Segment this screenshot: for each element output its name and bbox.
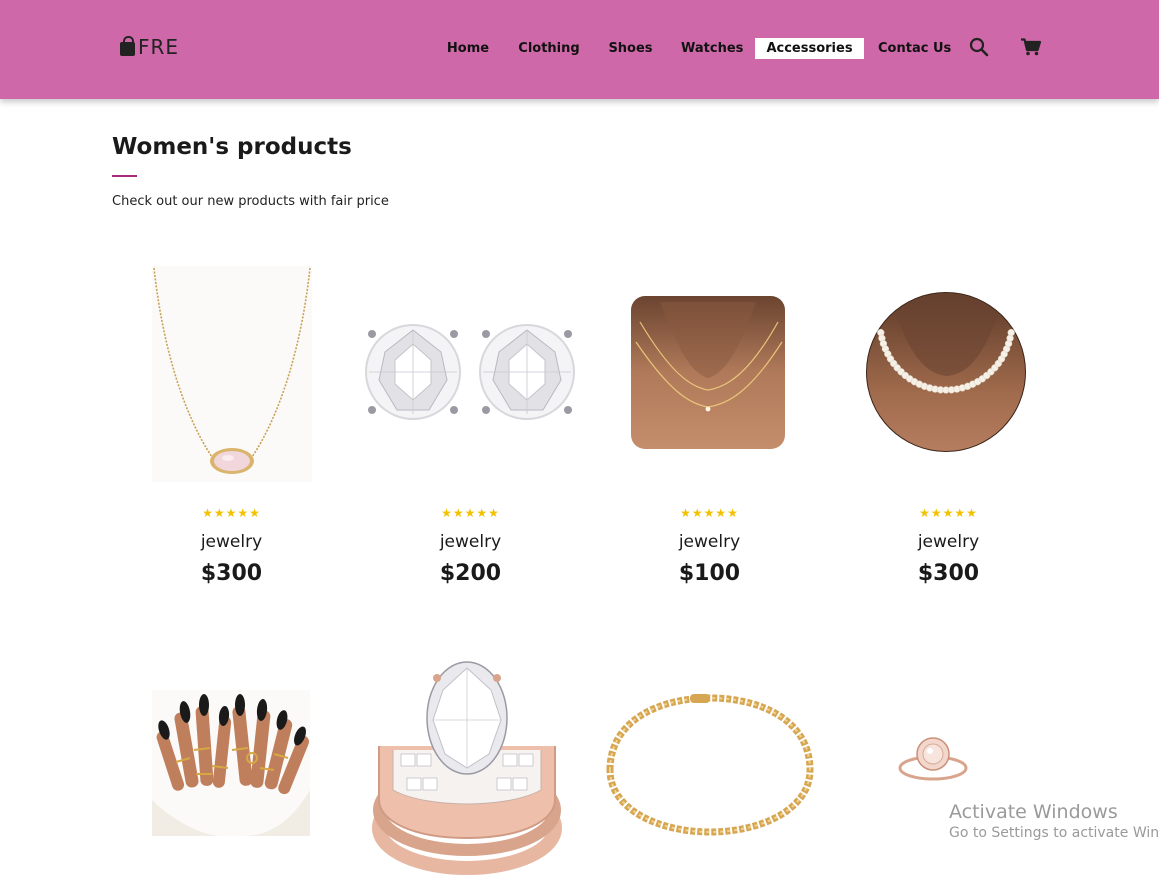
product-image-layered-gold-necklace[interactable] bbox=[590, 262, 829, 482]
product-price: $200 bbox=[439, 561, 502, 586]
rating-stars: ★★★★★ bbox=[441, 506, 500, 520]
product-image-pearl-necklace[interactable] bbox=[829, 262, 1068, 482]
product-image-gold-chain-bracelet[interactable] bbox=[590, 650, 829, 880]
windows-activation-watermark: Activate Windows Go to Settings to activ… bbox=[949, 801, 1159, 843]
product-name: jewelry bbox=[678, 532, 741, 552]
nav-home[interactable]: Home bbox=[446, 38, 490, 59]
product-card[interactable]: ★★★★★ jewelry $100 bbox=[590, 262, 829, 592]
product-price: $300 bbox=[200, 561, 263, 586]
watermark-title: Activate Windows bbox=[949, 801, 1118, 823]
product-price: $100 bbox=[678, 561, 741, 586]
product-card[interactable] bbox=[829, 650, 1068, 880]
page-title: Women's products bbox=[112, 134, 352, 160]
site-header: FRE Home Clothing Shoes Watches Accessor… bbox=[0, 0, 1159, 99]
product-card[interactable]: ★★★★★ jewelry $300 bbox=[829, 262, 1068, 592]
product-name: jewelry bbox=[917, 532, 980, 552]
nav-clothing[interactable]: Clothing bbox=[518, 38, 580, 59]
product-card[interactable] bbox=[590, 650, 829, 880]
title-underline bbox=[112, 175, 137, 177]
product-image-rose-gold-halo-ring[interactable] bbox=[829, 650, 1068, 880]
product-card[interactable] bbox=[351, 650, 590, 880]
rating-stars: ★★★★★ bbox=[680, 506, 739, 520]
product-card[interactable]: ★★★★★ jewelry $300 bbox=[112, 262, 351, 592]
product-card[interactable] bbox=[112, 650, 351, 880]
page-subtitle: Check out our new products with fair pri… bbox=[112, 194, 389, 209]
nav-shoes[interactable]: Shoes bbox=[608, 38, 653, 59]
product-name: jewelry bbox=[439, 532, 502, 552]
watermark-subtitle: Go to Settings to activate Windows. bbox=[949, 825, 1159, 841]
search-icon[interactable] bbox=[969, 37, 989, 61]
product-name: jewelry bbox=[200, 532, 263, 552]
cart-icon[interactable] bbox=[1021, 38, 1042, 60]
rating-stars: ★★★★★ bbox=[202, 506, 261, 520]
product-image-gold-rings-hands[interactable] bbox=[112, 650, 351, 880]
nav-contact[interactable]: Contac Us bbox=[878, 38, 951, 59]
nav-watches[interactable]: Watches bbox=[681, 38, 743, 59]
pearl-bead bbox=[1007, 328, 1015, 337]
product-image-pendant-necklace[interactable] bbox=[112, 262, 351, 482]
rating-stars: ★★★★★ bbox=[919, 506, 978, 520]
product-card[interactable]: ★★★★★ jewelry $200 bbox=[351, 262, 590, 592]
product-image-diamond-stud-earrings[interactable] bbox=[351, 262, 590, 482]
product-image-rose-gold-diamond-ring[interactable] bbox=[351, 650, 590, 880]
nav-accessories[interactable]: Accessories bbox=[755, 38, 864, 59]
product-price: $300 bbox=[917, 561, 980, 586]
